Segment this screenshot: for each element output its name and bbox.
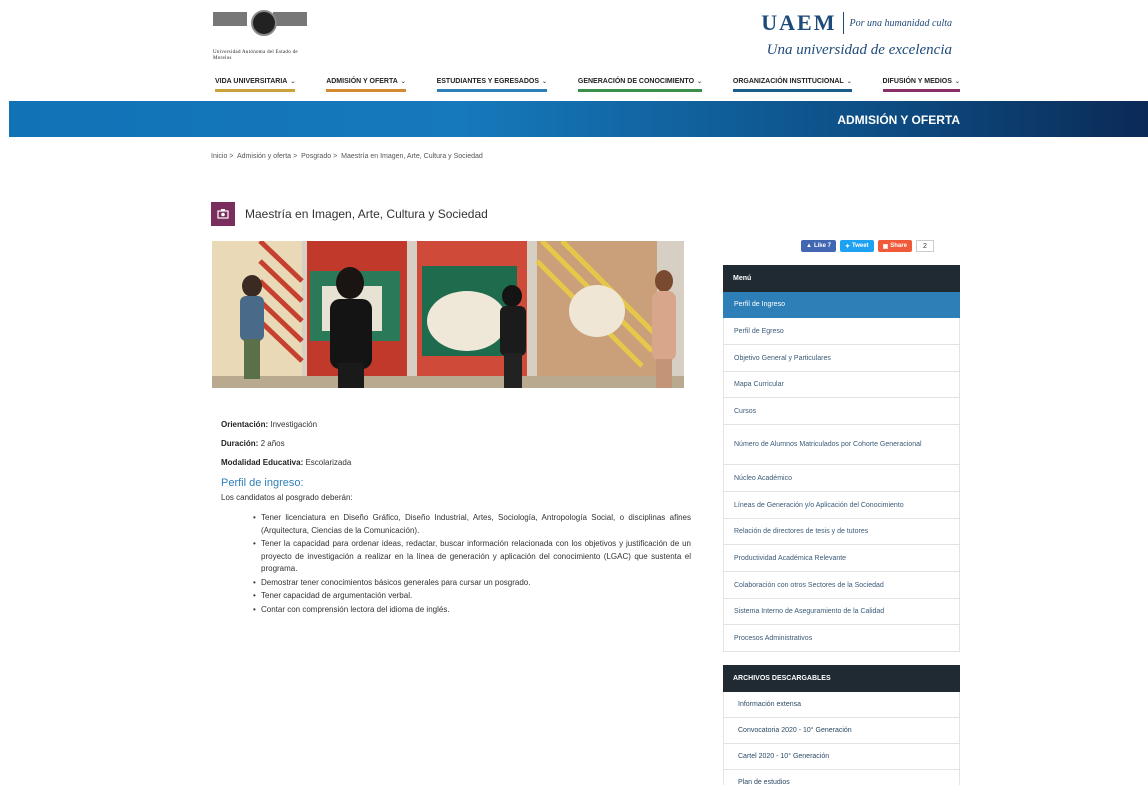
orientacion-line: Orientación: Investigación <box>221 420 691 429</box>
like-label: Like 7 <box>813 243 831 249</box>
share-bar: ▲ Like 7 ✦ Tweet ▣ Share 2 <box>801 240 934 252</box>
nav-label: ESTUDIANTES Y EGRESADOS <box>436 78 540 85</box>
section-lead: Los candidatos al posgrado deberán: <box>221 493 353 502</box>
download-convocatoria[interactable]: Convocatoria 2020 - 10° Generación <box>723 718 960 744</box>
uaem-logo[interactable]: Universidad Autónoma del Estado de Morel… <box>213 6 313 62</box>
list-item: Tener licenciatura en Diseño Gráfico, Di… <box>253 512 691 537</box>
share-label: Share <box>890 243 907 249</box>
sidebar-item-colaboracion[interactable]: Colaboración con otros Sectores de la So… <box>723 572 960 599</box>
uaem-tagline: Una universidad de excelencia <box>766 42 952 58</box>
sidebar-item-perfil-egreso[interactable]: Perfil de Egreso <box>723 318 960 345</box>
sidebar-item-procesos-administrativos[interactable]: Procesos Administrativos <box>723 625 960 652</box>
banner-title: ADMISIÓN Y OFERTA <box>837 113 960 127</box>
brand-divider <box>842 12 844 34</box>
duracion-value: 2 años <box>260 439 285 448</box>
tweet-button[interactable]: ✦ Tweet <box>839 240 874 252</box>
downloads-title: ARCHIVOS DESCARGABLES <box>723 665 960 692</box>
requirements-list: Tener licenciatura en Diseño Gráfico, Di… <box>221 512 691 616</box>
chevron-down-icon: ⌄ <box>846 79 852 85</box>
list-item: Demostrar tener conocimientos básicos ge… <box>253 577 691 590</box>
chevron-down-icon: ⌄ <box>954 79 960 85</box>
nav-label: DIFUSIÓN Y MEDIOS <box>882 78 952 85</box>
page-title: Maestría en Imagen, Arte, Cultura y Soci… <box>245 207 488 221</box>
gallery-photo <box>212 241 684 388</box>
breadcrumb-link-posgrado[interactable]: Posgrado <box>301 153 331 160</box>
list-item: Tener capacidad de argumentación verbal. <box>253 590 691 603</box>
modalidad-value: Escolarizada <box>305 458 352 467</box>
breadcrumb-current: Maestría en Imagen, Arte, Cultura y Soci… <box>341 153 483 160</box>
page-title-row: Maestría en Imagen, Arte, Cultura y Soci… <box>211 202 488 226</box>
nav-difusion-y-medios[interactable]: DIFUSIÓN Y MEDIOS ⌄ <box>882 78 960 92</box>
sidebar-item-productividad[interactable]: Productividad Académica Relevante <box>723 545 960 572</box>
main-nav: VIDA UNIVERSITARIA ⌄ ADMISIÓN Y OFERTA ⌄ E… <box>215 78 960 92</box>
facebook-like-button[interactable]: ▲ Like 7 <box>801 240 836 252</box>
twitter-bird-icon: ✦ <box>844 243 850 250</box>
duracion-line: Duración: 2 años <box>221 439 691 448</box>
section-title: Perfil de ingreso: <box>221 477 304 489</box>
duracion-label: Duración: <box>221 439 259 448</box>
chevron-down-icon: ⌄ <box>697 79 703 85</box>
chevron-down-icon: ⌄ <box>400 79 406 85</box>
share-icon: ▣ <box>882 243 889 250</box>
breadcrumb-link-inicio[interactable]: Inicio <box>211 153 227 160</box>
list-item: Contar con comprensión lectora del idiom… <box>253 604 691 617</box>
uaem-name: UAEM <box>761 10 837 35</box>
sidebar-item-nucleo-academico[interactable]: Núcleo Académico <box>723 465 960 492</box>
sidebar-menu-title: Menú <box>723 265 960 292</box>
downloads-panel: ARCHIVOS DESCARGABLES Información extens… <box>723 665 960 785</box>
chevron-down-icon: ⌄ <box>290 79 296 85</box>
section-banner: ADMISIÓN Y OFERTA <box>9 101 1148 137</box>
logo-text: Universidad Autónoma del Estado de Morel… <box>213 50 298 61</box>
hero-image <box>212 241 684 388</box>
uaem-emblem-icon <box>213 6 307 46</box>
graduation-icon <box>211 202 235 226</box>
thumbs-up-icon: ▲ <box>806 243 812 249</box>
program-info: Orientación: Investigación Duración: 2 a… <box>221 420 691 617</box>
sidebar-item-aseguramiento-calidad[interactable]: Sistema Interno de Aseguramiento de la C… <box>723 599 960 625</box>
nav-label: VIDA UNIVERSITARIA <box>215 78 288 85</box>
uaem-motto: Por una humanidad culta <box>849 17 953 29</box>
nav-label: ADMISIÓN Y OFERTA <box>326 78 398 85</box>
sidebar-item-alumnos-matriculados[interactable]: Número de Alumnos Matriculados por Cohor… <box>723 425 960 465</box>
sidebar-item-objetivo[interactable]: Objetivo General y Particulares <box>723 345 960 372</box>
sidebar-item-cursos[interactable]: Cursos <box>723 398 960 425</box>
sidebar-item-lgac[interactable]: Líneas de Generación y/o Aplicación del … <box>723 492 960 519</box>
breadcrumb: Inicio > Admisión y oferta > Posgrado > Mae… <box>211 153 483 160</box>
nav-vida-universitaria[interactable]: VIDA UNIVERSITARIA ⌄ <box>215 78 296 92</box>
chevron-down-icon: ⌄ <box>542 79 548 85</box>
orientacion-label: Orientación: <box>221 420 269 429</box>
list-item: Tener la capacidad para ordenar ideas, r… <box>253 538 691 576</box>
modalidad-label: Modalidad Educativa: <box>221 458 304 467</box>
sidebar-item-directores-tesis[interactable]: Relación de directores de tesis y de tut… <box>723 519 960 545</box>
nav-label: ORGANIZACIÓN INSTITUCIONAL <box>732 78 844 85</box>
download-informacion-extensa[interactable]: Información extensa <box>723 692 960 718</box>
uaem-brand: UAEM Por una humanidad culta Una univers… <box>761 10 952 59</box>
breadcrumb-link-admision[interactable]: Admisión y oferta <box>237 153 291 160</box>
download-plan-estudios[interactable]: Plan de estudios <box>723 770 960 785</box>
orientacion-value: Investigación <box>270 420 318 429</box>
nav-organizacion-institucional[interactable]: ORGANIZACIÓN INSTITUCIONAL ⌄ <box>732 78 852 92</box>
sidebar-item-mapa-curricular[interactable]: Mapa Curricular <box>723 372 960 398</box>
share-count: 2 <box>915 240 934 252</box>
tweet-label: Tweet <box>852 243 869 249</box>
nav-admision-y-oferta[interactable]: ADMISIÓN Y OFERTA ⌄ <box>326 78 406 92</box>
sidebar-menu: Menú Perfil de Ingreso Perfil de Egreso … <box>723 265 960 652</box>
download-cartel[interactable]: Cartel 2020 - 10° Generación <box>723 744 960 770</box>
modalidad-line: Modalidad Educativa: Escolarizada <box>221 458 691 467</box>
sidebar-item-perfil-ingreso[interactable]: Perfil de Ingreso <box>723 292 960 318</box>
share-button[interactable]: ▣ Share <box>877 240 912 252</box>
nav-label: GENERACIÓN DE CONOCIMIENTO <box>577 78 695 85</box>
nav-generacion-de-conocimiento[interactable]: GENERACIÓN DE CONOCIMIENTO ⌄ <box>577 78 703 92</box>
nav-estudiantes-y-egresados[interactable]: ESTUDIANTES Y EGRESADOS ⌄ <box>436 78 548 92</box>
